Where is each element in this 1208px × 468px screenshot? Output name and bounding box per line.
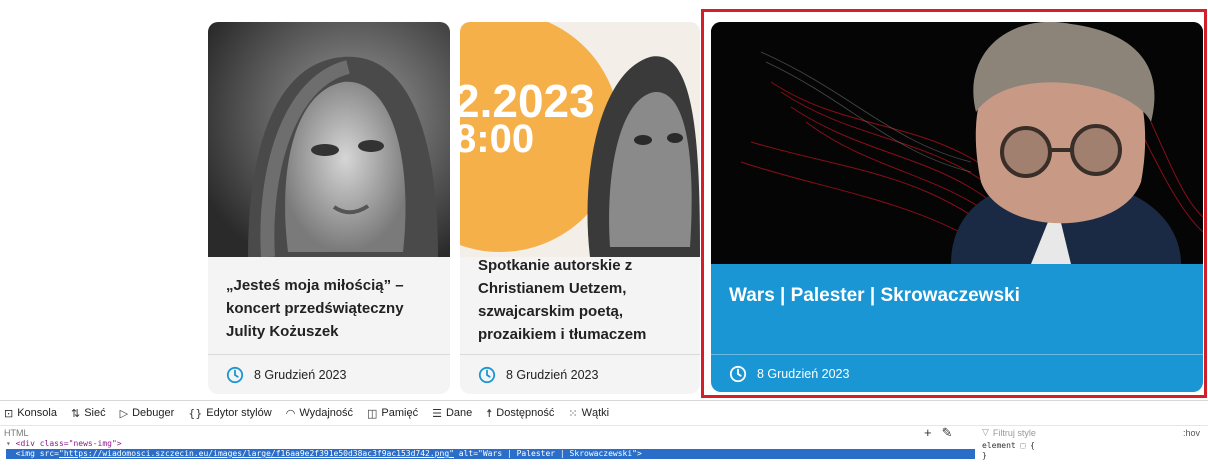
news-image[interactable] [711, 22, 1203, 264]
memory-icon: ◫ [367, 406, 378, 420]
html-attr-value: "Wars | Palester | Skrowaczewski"> [478, 449, 642, 458]
style-filter-input[interactable]: ▽ Filtruj style [974, 427, 1183, 438]
tab-label: Wątki [581, 407, 610, 419]
tab-storage[interactable]: ☰ Dane [432, 407, 472, 420]
storage-icon: ☰ [432, 406, 442, 420]
html-attr: alt= [453, 449, 479, 458]
tab-network[interactable]: ⇅ Sieć [71, 407, 106, 420]
tab-label: Sieć [84, 407, 106, 419]
news-image[interactable] [208, 22, 450, 257]
html-tag: <img src= [15, 449, 59, 458]
news-date: 8 Grudzień 2023 [208, 354, 450, 394]
clock-icon [226, 366, 244, 383]
tab-memory[interactable]: ◫ Pamięć [367, 407, 418, 420]
filter-icon: ▽ [982, 427, 989, 437]
tab-label: Dane [445, 407, 473, 419]
devtools-tabs: ⊡ Konsola ⇅ Sieć ▷ Debuger {} Edytor stylów … [0, 401, 1208, 425]
news-date-text: 8 Grudzień 2023 [506, 367, 599, 382]
news-date-text: 8 Grudzień 2023 [254, 367, 347, 382]
news-date-text: 8 Grudzień 2023 [757, 366, 850, 381]
clock-icon [478, 366, 496, 383]
tab-label: Dostępność [496, 407, 555, 419]
html-src-link[interactable]: "https://wiadomosci.szczecin.eu/images/l… [59, 449, 454, 458]
performance-icon: ◠ [285, 406, 296, 420]
rule-selector: element ⬚ { [982, 441, 1035, 450]
html-tree: ▾ <div class="news-img"> <img src="https… [0, 439, 975, 459]
hov-toggle[interactable]: :hov [1183, 428, 1208, 438]
rule-close: } [982, 451, 987, 460]
tab-label: Wydajność [299, 407, 354, 419]
news-title[interactable]: Wars | Palester | Skrowaczewski [729, 284, 1187, 307]
devtools-toolbar: HTML + ✎ ▽ Filtruj style :hov [0, 425, 1208, 440]
style-editor-icon: {} [188, 406, 203, 420]
add-node-icon[interactable]: + [924, 425, 932, 440]
css-rules: element ⬚ { } [982, 441, 1035, 461]
news-date: 8 Grudzień 2023 [460, 354, 700, 394]
news-title[interactable]: „Jesteś moja miłością” – koncert przedśw… [226, 274, 434, 343]
news-image[interactable]: 2.2023 8:00 [460, 22, 700, 257]
news-card-featured[interactable]: Wars | Palester | Skrowaczewski 8 Grudzi… [711, 22, 1203, 392]
news-date: 8 Grudzień 2023 [711, 354, 1203, 392]
html-node-text: <div class="news-img"> [15, 439, 122, 448]
tab-style-editor[interactable]: {} Edytor stylów [188, 407, 271, 420]
console-icon: ⊡ [4, 406, 14, 420]
html-pane-label: HTML [4, 427, 29, 438]
accessibility-icon: ☨ [486, 406, 493, 420]
news-cards: „Jesteś moja miłością” – koncert przedśw… [0, 0, 1208, 400]
html-node[interactable]: ▾ <div class="news-img"> [6, 439, 975, 449]
debugger-icon: ▷ [119, 406, 129, 420]
poster-time-text: 8:00 [460, 117, 534, 161]
tab-performance[interactable]: ◠ Wydajność [286, 407, 353, 420]
tab-label: Pamięć [381, 407, 419, 419]
filter-placeholder: Filtruj style [992, 427, 1036, 438]
clock-icon [729, 365, 747, 382]
tab-accessibility[interactable]: ☨ Dostępność [486, 407, 554, 420]
tab-label: Edytor stylów [206, 407, 272, 419]
news-card[interactable]: „Jesteś moja miłością” – koncert przedśw… [208, 22, 450, 394]
threads-icon: ⁙ [568, 406, 578, 420]
tab-threads[interactable]: ⁙ Wątki [568, 407, 609, 420]
news-title[interactable]: Spotkanie autorskie z Christianem Uetzem… [478, 254, 684, 346]
tab-label: Debuger [132, 407, 175, 419]
news-card[interactable]: 2.2023 8:00 Spotkanie autorskie z Christ… [460, 22, 700, 394]
tab-debugger[interactable]: ▷ Debuger [120, 407, 175, 420]
html-node-selected[interactable]: <img src="https://wiadomosci.szczecin.eu… [6, 449, 975, 459]
network-icon: ⇅ [70, 406, 81, 420]
devtools-panel: ⊡ Konsola ⇅ Sieć ▷ Debuger {} Edytor stylów … [0, 400, 1208, 468]
tab-label: Konsola [17, 407, 57, 419]
tab-console[interactable]: ⊡ Konsola [4, 407, 57, 420]
